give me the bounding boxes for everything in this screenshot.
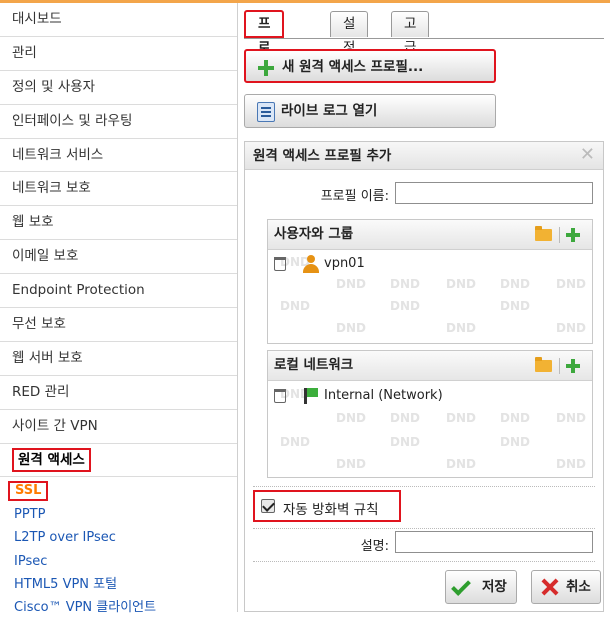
sidebar-item-web-protection[interactable]: 웹 보호 [0, 206, 237, 241]
entry-name: Internal (Network) [324, 388, 443, 403]
dnd-watermark: DND [390, 299, 420, 313]
description-input[interactable] [395, 531, 593, 553]
section-divider [253, 528, 595, 529]
add-icon[interactable] [566, 228, 580, 242]
dnd-watermark: DND [500, 277, 530, 291]
subnav-item-ssl[interactable]: SSL [0, 479, 237, 502]
button-label: 취소 [566, 579, 591, 595]
dnd-watermark: DND [390, 435, 420, 449]
subnav-item-cisco-vpn[interactable]: Cisco™ VPN 클라이언트 [0, 596, 237, 619]
remote-access-submenu: SSL PPTP L2TP over IPsec IPsec HTML5 VPN… [0, 477, 237, 619]
trash-icon[interactable] [274, 389, 286, 403]
dnd-watermark: DND [556, 457, 586, 471]
subnav-item-html5-portal[interactable]: HTML5 VPN 포털 [0, 573, 237, 596]
dnd-watermark: DND [336, 411, 366, 425]
dnd-watermark: DND [336, 457, 366, 471]
new-remote-access-profile-button[interactable]: 새 원격 액세스 프로필... [244, 49, 496, 83]
sidebar-item-management[interactable]: 관리 [0, 37, 237, 71]
profile-name-input[interactable] [395, 182, 593, 204]
cancel-x-icon [542, 579, 558, 595]
dnd-watermark: DND [336, 277, 366, 291]
subnav-item-pptp[interactable]: PPTP [0, 503, 237, 526]
add-icon [258, 60, 274, 76]
profile-name-label: 프로필 이름: [320, 189, 389, 204]
local-networks-header: 로컬 네트워크 [268, 351, 592, 381]
dnd-watermark: DND [500, 411, 530, 425]
cancel-button[interactable]: 취소 [531, 570, 601, 604]
sidebar-item-definitions-users[interactable]: 정의 및 사용자 [0, 71, 237, 105]
sidebar-item-remote-access[interactable]: 원격 액세스 [0, 444, 237, 478]
tab-advanced[interactable]: 고급 [391, 11, 430, 56]
dnd-watermark: DND [446, 277, 476, 291]
section-divider [253, 486, 595, 487]
add-icon[interactable] [566, 359, 580, 373]
local-networks-box: 로컬 네트워크 DND DND DND DND DND DND DND DND … [267, 350, 593, 478]
section-divider [253, 561, 595, 562]
sidebar: 대시보드 관리 정의 및 사용자 인터페이스 및 라우팅 네트워크 서비스 네트… [0, 3, 238, 615]
dnd-watermark: DND [390, 411, 420, 425]
tab-divider [244, 38, 604, 39]
sidebar-item-site-to-site-vpn[interactable]: 사이트 간 VPN [0, 410, 237, 444]
add-profile-dialog: 원격 액세스 프로필 추가 ✕ 프로필 이름: 사용자와 그룹 DND DND … [244, 141, 604, 612]
sidebar-item-email-protection[interactable]: 이메일 보호 [0, 240, 237, 275]
list-item: Internal (Network) [274, 386, 574, 406]
folder-icon[interactable] [535, 226, 552, 241]
sidebar-item-label: 원격 액세스 [12, 447, 91, 472]
close-icon[interactable]: ✕ [580, 144, 595, 165]
network-flag-icon [302, 388, 318, 404]
sidebar-item-red-management[interactable]: RED 관리 [0, 376, 237, 410]
subnav-item-label: SSL [8, 481, 49, 502]
sidebar-item-webserver-protection[interactable]: 웹 서버 보호 [0, 342, 237, 376]
subnav-item-ipsec[interactable]: IPsec [0, 550, 237, 573]
dnd-watermark: DND [500, 299, 530, 313]
user-icon [302, 255, 320, 273]
main-content: 프로필 설정 고급 새 원격 액세스 프로필... 라이브 로그 열기 원격 액… [238, 3, 610, 612]
divider [559, 227, 560, 243]
dnd-watermark: DND [500, 435, 530, 449]
dnd-watermark: DND [556, 277, 586, 291]
button-label: 라이브 로그 열기 [281, 103, 378, 119]
auto-firewall-checkbox[interactable] [261, 499, 275, 513]
checkmark-icon [451, 576, 471, 596]
tab-profiles[interactable]: 프로필 [244, 10, 285, 80]
auto-firewall-label: 자동 방화벽 규칙 [283, 502, 379, 518]
users-groups-header: 사용자와 그룹 [268, 220, 592, 250]
sidebar-item-network-protection[interactable]: 네트워크 보호 [0, 172, 237, 207]
sidebar-item-interfaces-routing[interactable]: 인터페이스 및 라우팅 [0, 105, 237, 139]
entry-name: vpn01 [324, 256, 365, 271]
sidebar-item-endpoint-protection[interactable]: Endpoint Protection [0, 274, 237, 309]
sidebar-item-dashboard[interactable]: 대시보드 [0, 3, 237, 37]
folder-icon[interactable] [535, 357, 552, 372]
dnd-watermark: DND [556, 411, 586, 425]
button-label: 새 원격 액세스 프로필... [282, 59, 424, 75]
dnd-watermark: DND [280, 299, 310, 313]
local-networks-title: 로컬 네트워크 [274, 357, 354, 373]
dnd-watermark: DND [336, 321, 366, 335]
dnd-watermark: DND [446, 321, 476, 335]
divider [559, 358, 560, 374]
sidebar-item-network-services[interactable]: 네트워크 서비스 [0, 139, 237, 173]
users-groups-title: 사용자와 그룹 [274, 226, 354, 242]
auto-firewall-rules-option[interactable]: 자동 방화벽 규칙 [253, 490, 401, 522]
trash-icon[interactable] [274, 257, 286, 271]
open-live-log-button[interactable]: 라이브 로그 열기 [244, 94, 496, 128]
dnd-watermark: DND [446, 411, 476, 425]
sidebar-item-wireless-protection[interactable]: 무선 보호 [0, 308, 237, 342]
dnd-watermark: DND [280, 435, 310, 449]
description-label: 설명: [360, 539, 389, 554]
log-icon [257, 102, 275, 122]
list-item: vpn01 [274, 254, 574, 274]
button-label: 저장 [482, 579, 507, 595]
dnd-watermark: DND [446, 457, 476, 471]
users-groups-box: 사용자와 그룹 DND DND DND DND DND DND DND DND … [267, 219, 593, 344]
save-button[interactable]: 저장 [445, 570, 517, 604]
subnav-item-l2tp[interactable]: L2TP over IPsec [0, 526, 237, 549]
tab-settings[interactable]: 설정 [330, 11, 369, 56]
dialog-title: 원격 액세스 프로필 추가 [245, 142, 603, 170]
dnd-watermark: DND [390, 277, 420, 291]
dnd-watermark: DND [556, 321, 586, 335]
